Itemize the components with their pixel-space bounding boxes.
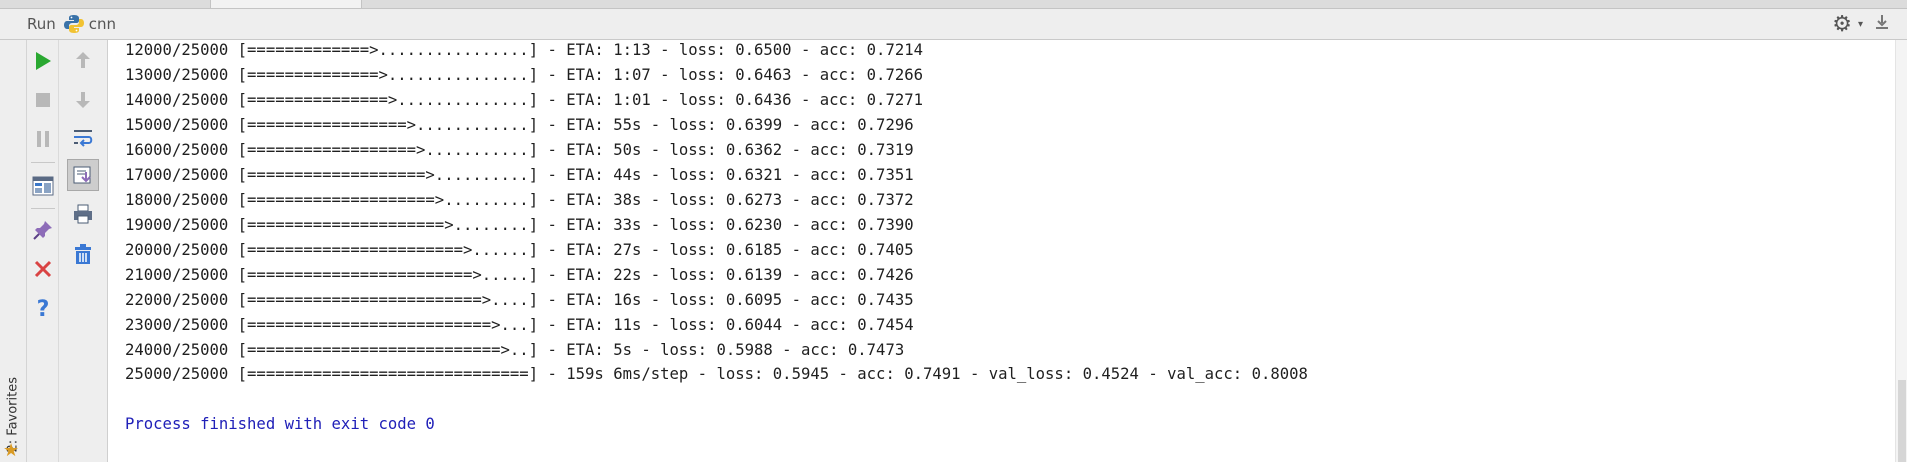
- run-toolbar-secondary: [59, 40, 108, 462]
- console-line: 25000/25000 [===========================…: [125, 365, 1308, 384]
- console-line: 14000/25000 [===============>...........…: [125, 90, 923, 109]
- arrow-up-icon: [76, 52, 90, 68]
- print-icon: [74, 204, 92, 224]
- console-line: 18000/25000 [====================>......…: [125, 190, 914, 209]
- console-line: 17000/25000 [===================>.......…: [125, 165, 914, 184]
- console-line: 22000/25000 [=========================>.…: [125, 290, 914, 309]
- close-button[interactable]: [30, 256, 56, 282]
- console-line: 20000/25000 [=======================>...…: [125, 240, 914, 259]
- process-finished-line: Process finished with exit code 0: [125, 415, 435, 434]
- editor-tab-strip: [0, 0, 1907, 9]
- run-tool-window-header: Run cnn ⚙ ▾: [0, 9, 1907, 40]
- play-icon: [36, 52, 51, 70]
- stop-icon: [36, 93, 50, 107]
- restore-layout-button[interactable]: [30, 173, 56, 199]
- toolbar-separator: [31, 162, 55, 163]
- scroll-to-end-icon: [73, 166, 91, 184]
- vertical-scrollbar[interactable]: [1895, 40, 1907, 462]
- console-line: 15000/25000 [=================>.........…: [125, 115, 914, 134]
- run-configuration-name[interactable]: cnn: [89, 15, 116, 33]
- hide-panel-icon[interactable]: [1875, 14, 1889, 35]
- toolbar-separator: [31, 208, 55, 209]
- console-line: 24000/25000 [===========================…: [125, 340, 905, 359]
- editor-tab[interactable]: [210, 0, 362, 8]
- close-icon: [34, 260, 52, 278]
- run-toolbar-primary: ?: [27, 40, 59, 462]
- stop-button[interactable]: [30, 87, 56, 113]
- help-icon: ?: [36, 296, 50, 322]
- scroll-to-end-button[interactable]: [67, 159, 99, 191]
- scrollbar-thumb[interactable]: [1898, 380, 1906, 462]
- clear-all-button[interactable]: [70, 241, 96, 267]
- pause-icon: [37, 131, 49, 147]
- chevron-down-icon[interactable]: ▾: [1858, 19, 1863, 30]
- pin-tab-button[interactable]: [30, 217, 56, 243]
- pause-button[interactable]: [30, 126, 56, 152]
- print-button[interactable]: [70, 201, 96, 227]
- gear-icon[interactable]: ⚙: [1832, 13, 1852, 35]
- soft-wrap-button[interactable]: [70, 125, 96, 151]
- soft-wrap-icon: [74, 130, 93, 147]
- trash-icon: [75, 244, 91, 264]
- rerun-button[interactable]: [30, 48, 56, 74]
- console-line: 12000/25000 [=============>.............…: [125, 41, 923, 59]
- console-line: 23000/25000 [==========================>…: [125, 315, 914, 334]
- console-output[interactable]: 12000/25000 [=============>.............…: [108, 40, 1907, 462]
- down-stack-button[interactable]: [70, 87, 96, 113]
- run-title: Run: [27, 15, 56, 33]
- up-stack-button[interactable]: [70, 47, 96, 73]
- console-line: 19000/25000 [=====================>.....…: [125, 215, 914, 234]
- pin-icon: [33, 221, 52, 240]
- console-line: 16000/25000 [==================>........…: [125, 140, 914, 159]
- layout-icon: [32, 176, 54, 196]
- favorites-tab[interactable]: 2: Favorites: [6, 353, 21, 453]
- arrow-down-icon: [76, 92, 90, 108]
- python-icon: [63, 14, 85, 34]
- star-icon[interactable]: ★: [3, 440, 19, 461]
- help-button[interactable]: ?: [30, 296, 56, 322]
- console-line: 21000/25000 [========================>..…: [125, 265, 914, 284]
- console-line: 13000/25000 [==============>............…: [125, 65, 923, 84]
